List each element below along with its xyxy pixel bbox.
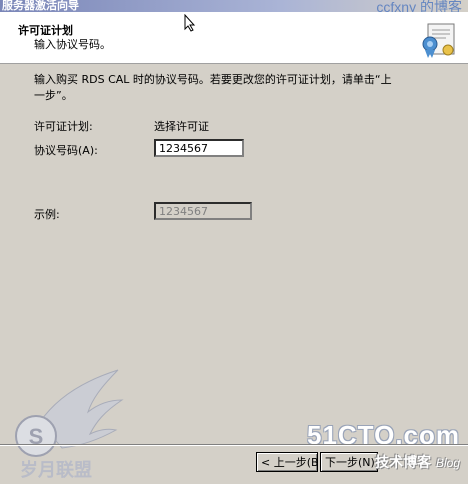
certificate-icon (422, 23, 455, 58)
agreement-number-label: 协议号码(A): (34, 144, 98, 157)
tech-blog-watermark: 技术博客 Blog (375, 452, 460, 472)
svg-text:岁月联盟: 岁月联盟 (20, 459, 92, 481)
wizard-header: 许可证计划 输入协议号码。 (0, 12, 468, 64)
button-divider (0, 444, 468, 446)
window-title: 服务器激活向导 (2, 0, 79, 12)
license-plan-value: 选择许可证 (154, 120, 209, 133)
instruction-text: 输入购买 RDS CAL 时的协议号码。若要更改您的许可证计划，请单击“上一步”… (34, 73, 392, 102)
tech-blog-text: 技术博客 (375, 455, 432, 471)
example-label: 示例: (34, 208, 60, 221)
activation-wizard-window: 服务器激活向导 ccfxny 的博客 许可证计划 输入协议号码。 输入购买 RD… (0, 0, 468, 484)
example-readonly-field (154, 202, 252, 220)
header-subtitle: 输入协议号码。 (34, 38, 111, 51)
sui-yue-lian-meng-logo-watermark: S 岁月联盟 (15, 369, 124, 481)
blog-text: Blog (435, 456, 460, 470)
next-button[interactable]: 下一步(N) (320, 452, 378, 472)
mouse-cursor-icon (184, 14, 196, 32)
license-plan-label: 许可证计划: (34, 120, 93, 133)
site-watermark: 51CTO.com (306, 420, 460, 450)
back-button[interactable]: < 上一步(B) (256, 452, 318, 472)
agreement-number-input[interactable] (154, 139, 244, 157)
